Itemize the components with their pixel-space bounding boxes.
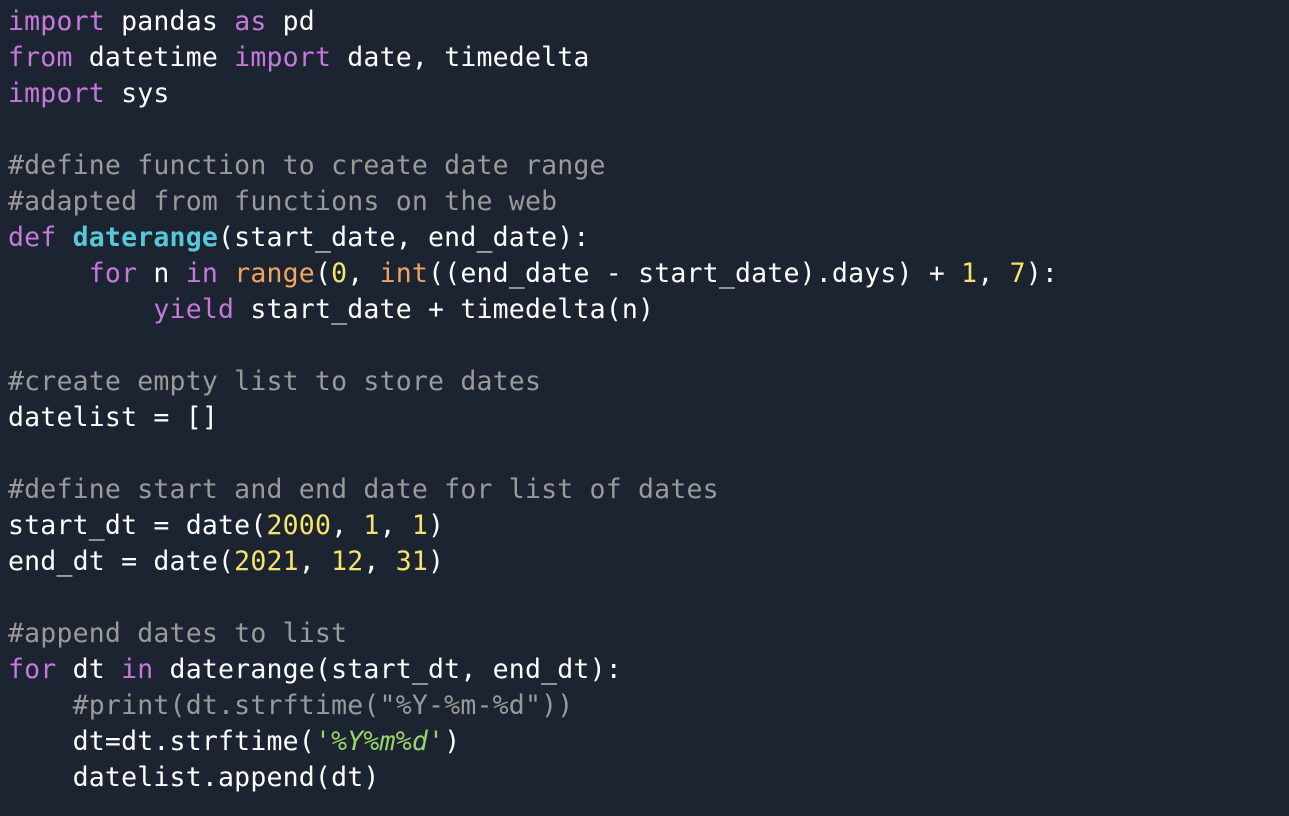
code-token: 1: [363, 510, 380, 541]
code-token: #append dates to list: [8, 618, 348, 649]
code-token: for: [8, 654, 57, 685]
code-line: for n in range(0, int((end_date - start_…: [8, 256, 1058, 292]
code-line: datelist = []: [8, 400, 1058, 436]
code-line: from datetime import date, timedelta: [8, 40, 1058, 76]
code-line: #append dates to list: [8, 616, 1058, 652]
code-token: daterange: [72, 222, 219, 253]
code-token: ):: [1025, 258, 1059, 289]
code-token: ,: [977, 258, 1010, 289]
code-token: for: [88, 258, 138, 289]
code-token: pd: [266, 6, 315, 37]
code-token: #print(dt.strftime("%Y-%m-%d")): [72, 690, 574, 721]
code-line: #define function to create date range: [8, 148, 1058, 184]
code-line: def daterange(start_date, end_date):: [8, 220, 1058, 256]
code-token: in: [185, 258, 219, 289]
code-line: #define start and end date for list of d…: [8, 472, 1058, 508]
code-line: end_dt = date(2021, 12, 31): [8, 544, 1058, 580]
code-token: ,: [363, 546, 396, 577]
code-token: def: [8, 222, 57, 253]
code-token: 1: [961, 258, 978, 289]
code-token: dt=dt.strftime(: [8, 726, 315, 757]
code-token: import: [8, 78, 105, 109]
code-token: in: [121, 654, 154, 685]
code-token: import: [234, 42, 332, 73]
code-line: import pandas as pd: [8, 4, 1058, 40]
code-token: #adapted from functions on the web: [8, 186, 558, 217]
code-token: from: [8, 42, 73, 73]
code-token: 0: [331, 258, 348, 289]
code-token: as: [234, 6, 267, 37]
code-token: ,: [298, 546, 332, 577]
code-token: sys: [104, 78, 170, 109]
code-token: ((end_date - start_date).days) +: [428, 258, 962, 289]
code-line: yield start_date + timedelta(n): [8, 292, 1058, 328]
code-token: start_date + timedelta(n): [234, 294, 655, 325]
code-line: datelist.append(dt): [8, 760, 1058, 796]
code-token: int: [379, 258, 429, 289]
code-token: ,: [347, 258, 380, 289]
code-token: ,: [379, 510, 412, 541]
code-token: 7: [1009, 258, 1026, 289]
code-token: ): [428, 546, 445, 577]
code-token: start_dt = date(: [8, 510, 267, 541]
code-token: datelist = []: [8, 402, 219, 433]
code-line: start_dt = date(2000, 1, 1): [8, 508, 1058, 544]
code-token: n: [137, 258, 186, 289]
code-token: end_dt = date(: [8, 546, 235, 577]
code-token: date, timedelta: [331, 42, 590, 73]
code-token: #create empty list to store dates: [8, 366, 542, 397]
code-token: 2021: [234, 546, 299, 577]
code-line: #adapted from functions on the web: [8, 184, 1058, 220]
code-line: #create empty list to store dates: [8, 364, 1058, 400]
code-line: #print(dt.strftime("%Y-%m-%d")): [8, 688, 1058, 724]
code-line: for dt in daterange(start_dt, end_dt):: [8, 652, 1058, 688]
code-token: datelist.append(dt): [8, 762, 380, 793]
code-token: #define start and end date for list of d…: [8, 474, 719, 505]
code-token: ,: [331, 510, 364, 541]
code-token: ): [428, 510, 445, 541]
code-token: pandas: [104, 6, 235, 37]
code-token: (start_date, end_date):: [218, 222, 590, 253]
code-token: datetime: [72, 42, 235, 73]
code-token: 2000: [266, 510, 332, 541]
code-token: 31: [395, 546, 429, 577]
code-token: #define function to create date range: [8, 150, 606, 181]
code-token: dt: [56, 654, 122, 685]
code-line: import sys: [8, 76, 1058, 112]
code-token: '%Y%m%d': [314, 726, 445, 757]
code-token: (: [314, 258, 332, 289]
code-token: 1: [411, 510, 429, 541]
code-token: 12: [331, 546, 364, 577]
code-token: import: [8, 6, 105, 37]
code-line: dt=dt.strftime('%Y%m%d'): [8, 724, 1058, 760]
code-token: ): [444, 726, 461, 757]
code-editor[interactable]: import pandas as pd from datetime import …: [8, 4, 1058, 796]
code-token: yield: [153, 294, 235, 325]
code-token: range: [234, 258, 315, 289]
code-token: daterange(start_dt, end_dt):: [153, 654, 622, 685]
